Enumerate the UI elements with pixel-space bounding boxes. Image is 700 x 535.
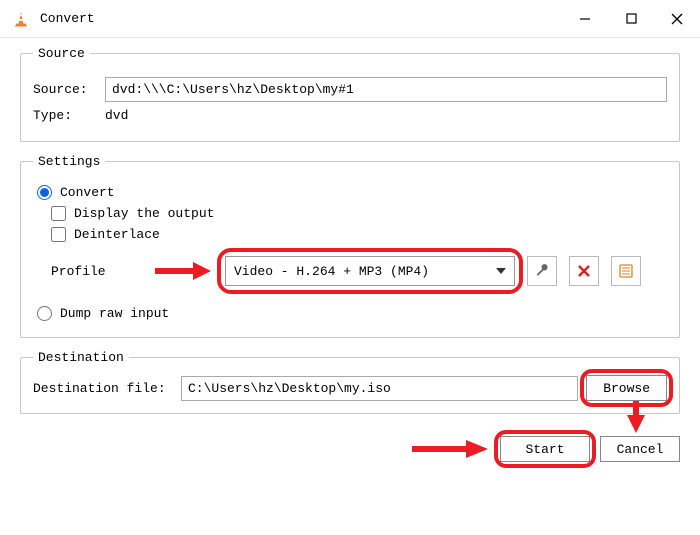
- edit-profile-button[interactable]: [527, 256, 557, 286]
- destination-file-input[interactable]: [181, 376, 578, 401]
- dump-raw-label: Dump raw input: [60, 306, 169, 321]
- deinterlace-checkbox[interactable]: [51, 227, 66, 242]
- source-input[interactable]: [105, 77, 667, 102]
- settings-legend: Settings: [33, 154, 105, 169]
- new-profile-button[interactable]: [611, 256, 641, 286]
- close-button[interactable]: [654, 0, 700, 38]
- red-arrow-icon: [153, 260, 213, 282]
- x-icon: [577, 264, 591, 278]
- dump-raw-radio[interactable]: [37, 306, 52, 321]
- window-title: Convert: [40, 11, 562, 26]
- convert-radio[interactable]: [37, 185, 52, 200]
- cancel-button[interactable]: Cancel: [600, 436, 680, 462]
- display-output-label: Display the output: [74, 206, 214, 221]
- type-label: Type:: [33, 108, 97, 123]
- vlc-cone-icon: [12, 10, 30, 28]
- start-button[interactable]: Start: [500, 436, 590, 462]
- profile-select-value: Video - H.264 + MP3 (MP4): [234, 264, 429, 279]
- red-arrow-icon: [410, 438, 490, 460]
- dialog-buttons: Start Cancel: [0, 426, 700, 462]
- destination-legend: Destination: [33, 350, 129, 365]
- titlebar: Convert: [0, 0, 700, 38]
- display-output-checkbox[interactable]: [51, 206, 66, 221]
- settings-group: Settings Convert Display the output Dein…: [20, 154, 680, 338]
- convert-radio-label: Convert: [60, 185, 115, 200]
- wrench-icon: [534, 263, 550, 279]
- deinterlace-label: Deinterlace: [74, 227, 160, 242]
- minimize-button[interactable]: [562, 0, 608, 38]
- profile-select[interactable]: Video - H.264 + MP3 (MP4): [225, 256, 515, 286]
- new-profile-icon: [618, 263, 634, 279]
- destination-group: Destination Destination file: Browse: [20, 350, 680, 414]
- source-legend: Source: [33, 46, 90, 61]
- browse-button[interactable]: Browse: [586, 375, 667, 401]
- type-value: dvd: [105, 108, 128, 123]
- profile-label: Profile: [51, 264, 141, 279]
- dialog-content: Source Source: Type: dvd Settings Conver…: [0, 38, 700, 414]
- delete-profile-button[interactable]: [569, 256, 599, 286]
- destination-file-label: Destination file:: [33, 381, 173, 396]
- maximize-button[interactable]: [608, 0, 654, 38]
- source-label: Source:: [33, 82, 97, 97]
- source-group: Source Source: Type: dvd: [20, 46, 680, 142]
- chevron-down-icon: [496, 268, 506, 274]
